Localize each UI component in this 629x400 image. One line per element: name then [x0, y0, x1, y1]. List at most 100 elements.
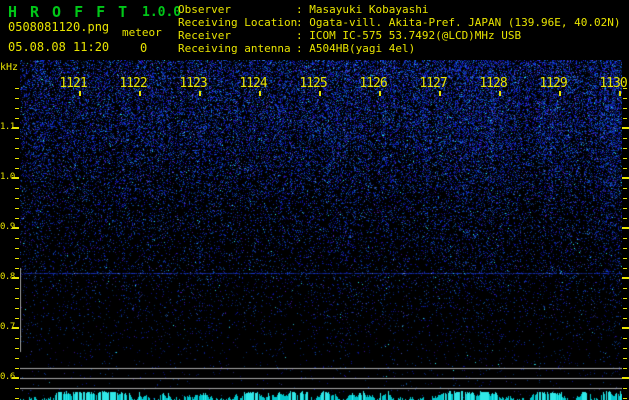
info-label: Receiving Location — [178, 16, 298, 29]
x-tick-label: 1125 — [299, 76, 327, 91]
info-row-observer: Observer : Masayuki Kobayashi — [178, 3, 629, 16]
info-value: : ICOM IC-575 53.7492(@LCD)MHz USB — [296, 29, 522, 42]
axis-tick — [15, 238, 19, 239]
axis-tick — [623, 218, 627, 219]
x-tick-label: 1122 — [119, 76, 147, 91]
axis-tick — [15, 288, 19, 289]
axis-tick — [623, 348, 627, 349]
info-label: Receiving antenna — [178, 42, 291, 55]
axis-tick — [623, 268, 627, 269]
axis-tick — [623, 118, 627, 119]
mode-label: meteor — [122, 26, 162, 39]
axis-tick — [15, 118, 19, 119]
axis-tick — [15, 198, 19, 199]
axis-tick — [12, 327, 19, 329]
axis-tick — [623, 88, 627, 89]
info-row-receiver: Receiver : ICOM IC-575 53.7492(@LCD)MHz … — [178, 29, 629, 42]
axis-tick — [623, 188, 627, 189]
info-row-antenna: Receiving antenna : A504HB(yagi 4el) — [178, 42, 629, 55]
axis-tick — [439, 91, 441, 96]
axis-tick — [15, 308, 19, 309]
axis-tick — [623, 158, 627, 159]
axis-tick — [15, 158, 19, 159]
x-tick-label: 1127 — [419, 76, 447, 91]
axis-tick — [623, 358, 627, 359]
station-info: Observer : Masayuki Kobayashi Receiving … — [178, 3, 629, 55]
axis-tick — [623, 318, 627, 319]
meteor-count: 0 — [140, 41, 148, 55]
axis-tick — [15, 108, 19, 109]
axis-tick — [12, 277, 19, 279]
x-tick-label: 1124 — [239, 76, 267, 91]
axis-tick — [623, 138, 627, 139]
axis-tick — [199, 91, 201, 96]
axis-tick — [15, 88, 19, 89]
axis-tick — [15, 298, 19, 299]
axis-tick — [15, 318, 19, 319]
axis-tick — [12, 127, 19, 129]
axis-tick — [622, 377, 629, 379]
x-tick-label: 1126 — [359, 76, 387, 91]
axis-tick — [623, 338, 627, 339]
y-axis-unit: kHz — [0, 62, 19, 73]
x-tick-label: 1121 — [59, 76, 87, 91]
axis-tick — [559, 91, 561, 96]
axis-tick — [15, 388, 19, 389]
info-value: : Ogata-vill. Akita-Pref. JAPAN (139.96E… — [296, 16, 621, 29]
axis-tick — [12, 227, 19, 229]
axis-tick — [622, 277, 629, 279]
axis-tick — [15, 188, 19, 189]
app-version: 1.0.0 — [142, 5, 182, 20]
axis-tick — [15, 268, 19, 269]
axis-tick — [622, 327, 629, 329]
axis-tick — [15, 258, 19, 259]
x-tick-label: 1129 — [539, 76, 567, 91]
info-label: Observer — [178, 3, 231, 16]
axis-tick — [622, 177, 629, 179]
axis-tick — [15, 368, 19, 369]
axis-tick — [622, 127, 629, 129]
axis-tick — [623, 248, 627, 249]
hrofft-window: HROFFT 1.0.0 0508081120.png meteor 05.08… — [0, 0, 629, 400]
axis-tick — [15, 248, 19, 249]
axis-tick — [619, 91, 621, 96]
x-tick-label: 1123 — [179, 76, 207, 91]
axis-tick — [623, 238, 627, 239]
axis-tick — [12, 377, 19, 379]
axis-tick — [12, 177, 19, 179]
info-label: Receiver — [178, 29, 231, 42]
axis-tick — [15, 348, 19, 349]
axis-tick — [622, 227, 629, 229]
output-filename: 0508081120.png — [8, 20, 110, 34]
observation-datetime: 05.08.08 11:20 — [8, 40, 110, 54]
axis-tick — [623, 258, 627, 259]
axis-tick — [15, 138, 19, 139]
axis-tick — [623, 148, 627, 149]
axis-tick — [623, 298, 627, 299]
axis-tick — [499, 91, 501, 96]
axis-tick — [139, 91, 141, 96]
app-title: HROFFT — [8, 3, 141, 21]
axis-tick — [15, 338, 19, 339]
info-row-location: Receiving Location : Ogata-vill. Akita-P… — [178, 16, 629, 29]
axis-tick — [623, 198, 627, 199]
spectrogram-canvas — [20, 60, 622, 400]
axis-tick — [15, 98, 19, 99]
axis-tick — [379, 91, 381, 96]
axis-tick — [623, 308, 627, 309]
axis-tick — [15, 208, 19, 209]
axis-tick — [15, 358, 19, 359]
axis-tick — [623, 398, 627, 399]
x-tick-label: 1128 — [479, 76, 507, 91]
axis-tick — [623, 368, 627, 369]
axis-tick — [623, 208, 627, 209]
info-value: : A504HB(yagi 4el) — [296, 42, 416, 55]
axis-tick — [623, 388, 627, 389]
info-value: : Masayuki Kobayashi — [296, 3, 429, 16]
axis-tick — [15, 148, 19, 149]
axis-tick — [79, 91, 81, 96]
axis-tick — [15, 218, 19, 219]
axis-tick — [15, 168, 19, 169]
axis-tick — [15, 398, 19, 399]
axis-tick — [319, 91, 321, 96]
